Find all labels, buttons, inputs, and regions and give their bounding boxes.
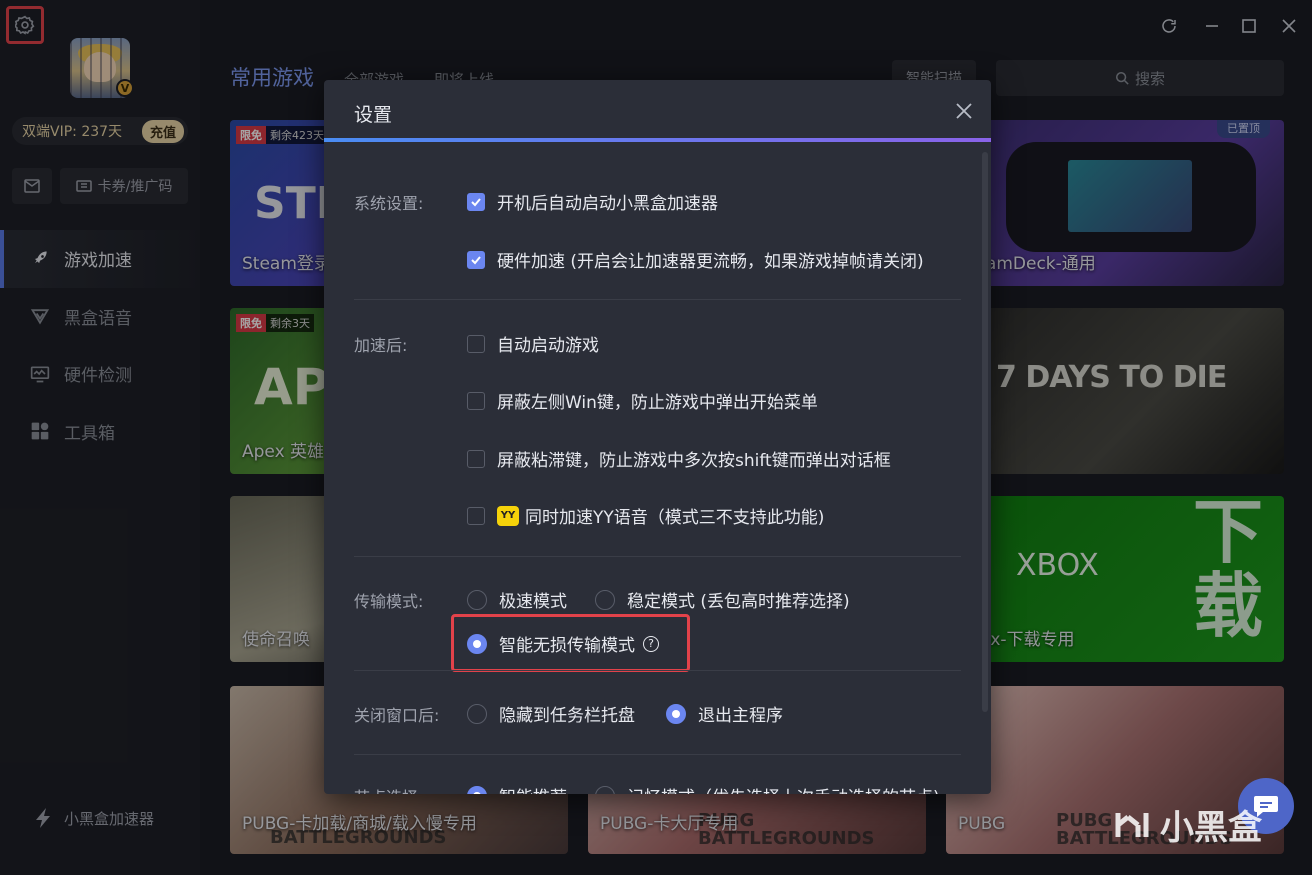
mode-stable-option[interactable]: 稳定模式 (丢包高时推荐选择) xyxy=(595,587,850,612)
close-tray-option[interactable]: 隐藏到任务栏托盘 xyxy=(467,701,635,726)
divider xyxy=(354,556,961,557)
auto-launch-option[interactable]: 自动启动游戏 xyxy=(467,331,599,356)
dialog-scrollbar[interactable] xyxy=(982,152,988,712)
node-smart-option[interactable]: 智能推荐 xyxy=(467,783,567,794)
help-icon[interactable]: ? xyxy=(643,635,659,652)
gradient-divider xyxy=(324,138,991,142)
node-smart-label: 智能推荐 xyxy=(499,783,567,794)
close-exit-option[interactable]: 退出主程序 xyxy=(666,701,783,726)
yy-voice-label: 同时加速YY语音（模式三不支持此功能) xyxy=(525,508,825,528)
divider xyxy=(354,670,961,671)
node-memory-radio[interactable] xyxy=(595,785,615,794)
block-win-label: 屏蔽左侧Win键，防止游戏中弹出开始菜单 xyxy=(497,393,818,413)
dialog-close-button[interactable] xyxy=(951,98,977,124)
node-smart-radio[interactable] xyxy=(467,785,487,794)
mode-smart-label: 智能无损传输模式 xyxy=(499,636,635,656)
mode-smart-radio[interactable] xyxy=(467,633,487,654)
yy-voice-option[interactable]: YY 同时加速YY语音（模式三不支持此功能) xyxy=(467,503,824,528)
close-icon xyxy=(956,103,972,119)
mode-fast-radio[interactable] xyxy=(467,589,487,610)
mode-fast-label: 极速模式 xyxy=(499,592,567,612)
block-sticky-checkbox[interactable] xyxy=(467,449,485,468)
transfer-mode-label: 传输模式: xyxy=(354,592,424,611)
check-icon xyxy=(471,255,481,264)
auto-start-label: 开机后自动启动小黑盒加速器 xyxy=(497,194,718,214)
mode-stable-radio[interactable] xyxy=(595,589,615,610)
hw-accel-checkbox[interactable] xyxy=(467,250,485,269)
block-win-checkbox[interactable] xyxy=(467,391,485,410)
yy-logo-icon: YY xyxy=(497,505,519,526)
mode-stable-label: 稳定模式 (丢包高时推荐选择) xyxy=(627,592,850,612)
block-sticky-option[interactable]: 屏蔽粘滞键，防止游戏中多次按shift键而弹出对话框 xyxy=(467,446,891,471)
node-memory-option[interactable]: 记忆模式（优先选择上次手动选择的节点) xyxy=(595,783,940,794)
settings-dialog: 设置 系统设置: 开机后自动启动小黑盒加速器 硬件加速 (开启会让加速器更流畅，… xyxy=(324,80,991,794)
close-exit-radio[interactable] xyxy=(666,703,686,724)
close-tray-label: 隐藏到任务栏托盘 xyxy=(499,706,635,726)
system-settings-label: 系统设置: xyxy=(354,194,424,213)
watermark: 小黑盒 xyxy=(1112,800,1262,849)
auto-start-checkbox[interactable] xyxy=(467,192,485,211)
check-icon xyxy=(471,197,481,206)
divider xyxy=(354,299,961,300)
dialog-title: 设置 xyxy=(354,104,393,126)
block-sticky-label: 屏蔽粘滞键，防止游戏中多次按shift键而弹出对话框 xyxy=(497,451,891,471)
close-exit-label: 退出主程序 xyxy=(698,706,783,726)
mode-fast-option[interactable]: 极速模式 xyxy=(467,587,567,612)
watermark-text: 小黑盒 xyxy=(1160,808,1262,848)
divider xyxy=(354,754,961,755)
hw-accel-label: 硬件加速 (开启会让加速器更流畅，如果游戏掉帧请关闭) xyxy=(497,252,924,272)
close-window-label: 关闭窗口后: xyxy=(354,706,440,725)
dialog-header: 设置 xyxy=(324,80,991,142)
node-memory-label: 记忆模式（优先选择上次手动选择的节点) xyxy=(627,783,940,794)
yy-voice-checkbox[interactable] xyxy=(467,506,485,525)
auto-launch-checkbox[interactable] xyxy=(467,334,485,353)
heybox-logo-icon xyxy=(1115,812,1149,837)
hw-accel-option[interactable]: 硬件加速 (开启会让加速器更流畅，如果游戏掉帧请关闭) xyxy=(467,247,924,272)
node-select-label: 节点选择: xyxy=(354,784,423,794)
close-tray-radio[interactable] xyxy=(467,703,487,724)
block-win-option[interactable]: 屏蔽左侧Win键，防止游戏中弹出开始菜单 xyxy=(467,388,818,413)
auto-launch-label: 自动启动游戏 xyxy=(497,336,599,356)
after-accel-label: 加速后: xyxy=(354,336,408,355)
mode-smart-option[interactable]: 智能无损传输模式 ? xyxy=(467,631,659,656)
auto-start-option[interactable]: 开机后自动启动小黑盒加速器 xyxy=(467,189,718,214)
